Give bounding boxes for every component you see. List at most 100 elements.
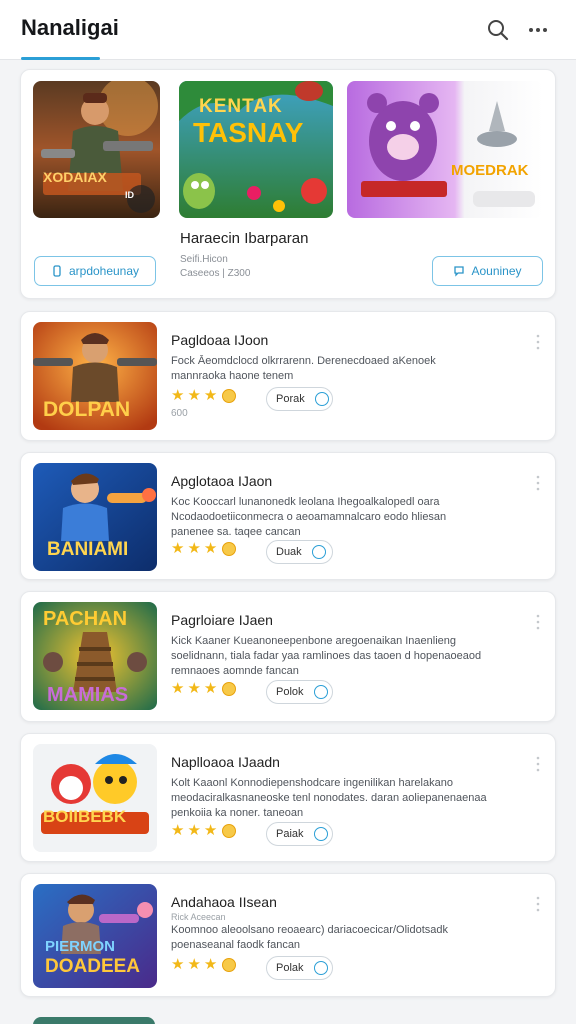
app-action-button[interactable]: Polok — [266, 680, 333, 704]
star-rating: ★ ★ ★ — [171, 540, 237, 557]
app-thumbnail-caption: BOIIBEBK — [43, 807, 127, 826]
featured-thumb-3[interactable] — [347, 81, 543, 218]
app-description-line: mannraoka haone tenem — [171, 370, 294, 382]
star-icon: ★ — [187, 387, 201, 404]
app-action-button[interactable]: Polak — [266, 956, 333, 980]
rating-badge-icon — [222, 823, 237, 838]
featured-subtitle-line-1: Seifi.Hicon — [180, 254, 228, 265]
star-icon: ★ — [187, 822, 201, 839]
app-thumbnail-caption-top: PIERMON — [45, 938, 116, 955]
app-action-label: Duak — [276, 546, 302, 558]
star-icon: ★ — [187, 680, 201, 697]
more-vertical-icon[interactable] — [535, 334, 541, 350]
top-app-bar: Nanaligai — [0, 0, 576, 60]
list-item[interactable]: DOLPAN Pagldoaa IJoon Fock Āeomdclocd ol… — [20, 311, 556, 441]
app-description: Kick Kaaner Kueanoneepenbone aregoenaika… — [171, 634, 521, 679]
featured-thumb-3-caption: MOEDRAK — [451, 162, 529, 179]
app-description-line: Rick Aceecan — [171, 912, 226, 922]
app-action-button[interactable]: Duak — [266, 540, 333, 564]
app-description-line: Koc Kooccarl lunanonedk leolana Ihegoalk… — [171, 496, 440, 508]
app-name: Andahaoa IIsean — [171, 894, 277, 910]
app-name: Pagrloiare IJaen — [171, 612, 273, 628]
star-icon: ★ — [203, 822, 218, 839]
app-description-line: Ncodaodoetiiconmecra o aeoamamnalcaro eo… — [171, 511, 447, 523]
star-icon: ★ — [203, 540, 218, 557]
star-rating: ★ ★ ★ — [171, 387, 237, 404]
globe-icon — [311, 545, 326, 559]
rating-badge-icon — [222, 388, 237, 403]
globe-icon — [313, 685, 328, 699]
app-description-line: soelidnann, tiala fadar yaa ramlinoes da… — [171, 650, 482, 662]
rating-badge-icon — [222, 541, 237, 556]
app-description-line: Koomnoo aleoolsano reoaearc) dariacoecic… — [171, 924, 448, 936]
star-icon: ★ — [171, 387, 185, 404]
featured-left-button[interactable]: arpdoheunay — [34, 256, 156, 286]
featured-thumb-1-badge: ID — [125, 190, 134, 200]
more-vertical-icon[interactable] — [535, 896, 541, 912]
list-item[interactable]: PACHAN MAMIAS Pagrloiare IJaen Kick Kaan… — [20, 591, 556, 722]
featured-left-button-label: arpdoheunay — [68, 264, 140, 278]
list-item[interactable]: BANIAMI Apglotaoa IJaon Koc Kooccarl lun… — [20, 452, 556, 580]
title-underline — [21, 57, 100, 60]
app-name: Pagldoaa IJoon — [171, 332, 269, 348]
more-horizontal-icon[interactable] — [525, 17, 551, 43]
app-action-label: Polak — [276, 962, 304, 974]
featured-subtitle: Seifi.Hicon Caseeos | Z300 — [180, 253, 320, 281]
app-meta: 600 — [171, 408, 188, 419]
star-icon: ★ — [187, 540, 201, 557]
star-rating: ★ ★ ★ — [171, 956, 237, 973]
app-description-line: meodaciralkasnaneoske tenl nonodates. da… — [171, 792, 487, 804]
star-icon: ★ — [203, 680, 218, 697]
app-description-line: panenee sa. taqee cancan — [171, 526, 301, 538]
app-description-line: poenaseanal faodk fancan — [171, 939, 301, 951]
featured-right-button[interactable]: Aouniney — [432, 256, 543, 286]
app-description-line: remnaoes aomnde fancan — [171, 665, 299, 677]
app-thumbnail — [33, 744, 157, 852]
app-description-line: penkoiia ka noner. taneoan — [171, 807, 304, 819]
app-name: Naplloaoa IJaadn — [171, 754, 280, 770]
app-description-line: Kolt Kaaonl Konnodiepenshodcare ingenili… — [171, 777, 453, 789]
featured-thumb-1[interactable] — [33, 81, 160, 218]
more-vertical-icon[interactable] — [535, 475, 541, 491]
star-icon: ★ — [171, 680, 185, 697]
featured-card: XODAIAX ID KENTAK TASNAY MOEDRAK Haraeci… — [20, 69, 556, 299]
featured-right-button-label: Aouniney — [471, 264, 522, 278]
app-description: Fock Āeomdclocd olkrrarenn. Derenecdoaed… — [171, 354, 521, 384]
app-description-line: Kick Kaaner Kueanoneepenbone aregoenaika… — [171, 635, 457, 647]
app-description: Kolt Kaaonl Konnodiepenshodcare ingenili… — [171, 776, 521, 821]
list-item[interactable]: PIERMON DOADEEA Andahaoa IIsean Rick Ace… — [20, 873, 556, 997]
list-item[interactable]: BOIIBEBK Naplloaoa IJaadn Kolt Kaaonl Ko… — [20, 733, 556, 862]
app-action-label: Paiak — [276, 828, 304, 840]
featured-title: Haraecin Ibarparan — [180, 230, 309, 247]
star-icon: ★ — [203, 956, 218, 973]
more-vertical-icon[interactable] — [535, 756, 541, 772]
featured-thumb-2-caption-bottom: TASNAY — [193, 117, 304, 148]
globe-icon — [314, 392, 329, 406]
next-list-item-peek — [33, 1017, 155, 1024]
globe-icon — [313, 827, 328, 841]
app-name: Apglotaoa IJaon — [171, 473, 273, 489]
app-action-button[interactable]: Porak — [266, 387, 333, 411]
app-action-label: Polok — [276, 686, 304, 698]
featured-subtitle-line-2: Caseeos | Z300 — [180, 268, 251, 279]
rating-badge-icon — [222, 681, 237, 696]
search-icon[interactable] — [485, 17, 511, 43]
rating-badge-icon — [222, 957, 237, 972]
app-thumbnail-caption: DOLPAN — [43, 398, 131, 421]
star-rating: ★ ★ ★ — [171, 680, 237, 697]
app-thumbnail-caption-top: PACHAN — [43, 608, 128, 630]
star-icon: ★ — [171, 540, 185, 557]
app-description: Rick Aceecan Koomnoo aleoolsano reoaearc… — [171, 911, 521, 953]
app-description-line: Fock Āeomdclocd olkrrarenn. Derenecdoaed… — [171, 355, 436, 367]
star-icon: ★ — [171, 822, 185, 839]
phone-icon — [53, 265, 61, 277]
app-description: Koc Kooccarl lunanonedk leolana Ihegoalk… — [171, 495, 521, 540]
app-action-label: Porak — [276, 393, 305, 405]
star-icon: ★ — [187, 956, 201, 973]
app-action-button[interactable]: Paiak — [266, 822, 333, 846]
featured-thumb-1-caption: XODAIAX — [43, 169, 107, 185]
star-rating: ★ ★ ★ — [171, 822, 237, 839]
more-vertical-icon[interactable] — [535, 614, 541, 630]
app-thumbnail-caption-bottom: MAMIAS — [47, 684, 129, 706]
chat-icon — [454, 266, 465, 277]
